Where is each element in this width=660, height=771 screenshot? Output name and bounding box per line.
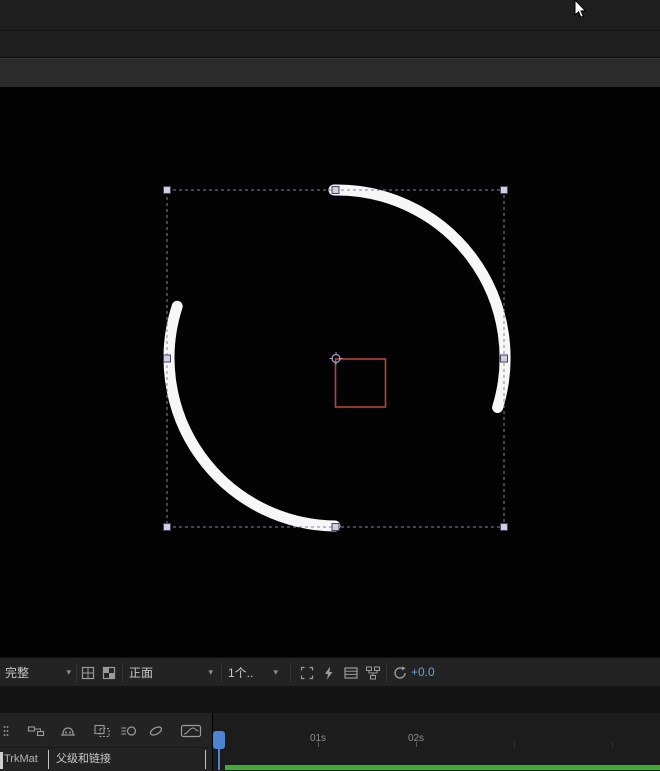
handle-mid-right[interactable] <box>500 354 508 363</box>
handle-top-left[interactable] <box>163 186 171 194</box>
magnification-dropdown[interactable]: 完整 ▾ <box>5 658 71 687</box>
flowchart-icon <box>365 666 380 679</box>
reset-exposure-icon <box>393 665 406 679</box>
frame-blend-icon <box>94 724 110 738</box>
motion-blur-icon <box>121 726 137 736</box>
comp-flowchart-button[interactable] <box>364 664 381 681</box>
grid-guides-button[interactable] <box>79 664 96 681</box>
handle-bottom-left[interactable] <box>163 523 171 531</box>
ruler-tick <box>416 742 417 747</box>
timeline-icon <box>343 666 358 679</box>
timeline-panel: TrkMat 父级和链接 01s 02s <box>0 713 660 771</box>
mini-flowchart-icon <box>27 726 45 737</box>
handle-mid-left[interactable] <box>163 354 171 363</box>
region-of-interest-icon <box>300 666 313 679</box>
timeline-column-headers: TrkMat 父级和链接 <box>0 747 212 771</box>
transparency-grid-button[interactable] <box>100 664 117 681</box>
panel-header-strip <box>0 58 660 88</box>
panel-gap <box>0 686 660 713</box>
shy-button[interactable] <box>58 721 78 741</box>
chevron-down-icon: ▾ <box>273 667 278 677</box>
panel-grip-button[interactable] <box>0 721 12 741</box>
grid-guides-icon <box>81 666 94 679</box>
arc-shape-top-right[interactable] <box>328 184 511 413</box>
view-mode-dropdown[interactable]: 正面 ▾ <box>129 658 213 687</box>
graph-editor-icon <box>180 724 202 738</box>
render-progress-bar <box>225 765 660 770</box>
shy-icon <box>61 727 75 736</box>
separator <box>76 663 77 682</box>
handle-bottom-right[interactable] <box>500 523 508 531</box>
separator <box>290 663 291 682</box>
brainstorm-button[interactable] <box>146 721 166 741</box>
fast-previews-button[interactable] <box>320 664 337 681</box>
timeline-panel-button[interactable] <box>342 664 359 681</box>
panel-edge-nub <box>0 752 3 769</box>
column-divider[interactable] <box>48 750 49 769</box>
timeline-header-buttons <box>0 713 212 747</box>
view-layout-dropdown[interactable]: 1个.. ▾ <box>228 658 278 687</box>
ruler-tick <box>318 742 319 747</box>
chevron-down-icon: ▾ <box>208 667 213 677</box>
view-mode-value: 正面 <box>129 666 154 680</box>
composition-viewer[interactable] <box>0 87 660 657</box>
magnification-value: 完整 <box>5 666 30 680</box>
timeline-ruler[interactable]: 01s 02s <box>212 713 660 770</box>
chevron-down-icon: ▾ <box>66 667 71 677</box>
separator <box>386 663 387 682</box>
view-layout-value: 1个.. <box>228 666 254 680</box>
graph-editor-button[interactable] <box>178 721 204 741</box>
handle-top-right[interactable] <box>500 186 508 194</box>
playhead-handle[interactable] <box>213 731 225 749</box>
separator <box>221 663 222 682</box>
toolbar-divider <box>0 30 660 31</box>
column-trkmat[interactable]: TrkMat <box>4 748 38 771</box>
column-divider[interactable] <box>205 750 206 769</box>
motion-blur-button[interactable] <box>119 721 139 741</box>
reset-exposure-button[interactable] <box>391 664 408 681</box>
transparency-grid-icon <box>102 666 115 679</box>
composition-canvas[interactable] <box>0 87 660 657</box>
playhead-line[interactable] <box>218 748 220 770</box>
fast-previews-icon <box>324 666 332 679</box>
ruler-tick <box>514 742 515 747</box>
viewer-controls-bar: 完整 ▾ 正面 ▾ 1个.. ▾ +0.0 <box>0 657 660 687</box>
mini-flowchart-button[interactable] <box>26 721 46 741</box>
arc-shape-bottom-left[interactable] <box>163 300 341 532</box>
column-parent-link[interactable]: 父级和链接 <box>56 748 111 771</box>
ruler-tick <box>612 742 613 747</box>
brainstorm-icon <box>149 726 163 736</box>
shape-path-rectangle[interactable] <box>334 358 387 408</box>
exposure-value[interactable]: +0.0 <box>411 658 435 687</box>
panel-grip-icon <box>3 726 9 736</box>
region-of-interest-button[interactable] <box>298 664 315 681</box>
top-toolbar <box>0 0 660 58</box>
handle-bottom-center[interactable] <box>331 523 340 531</box>
frame-blend-button[interactable] <box>92 721 112 741</box>
handle-top-center[interactable] <box>331 186 340 194</box>
separator <box>122 663 123 682</box>
